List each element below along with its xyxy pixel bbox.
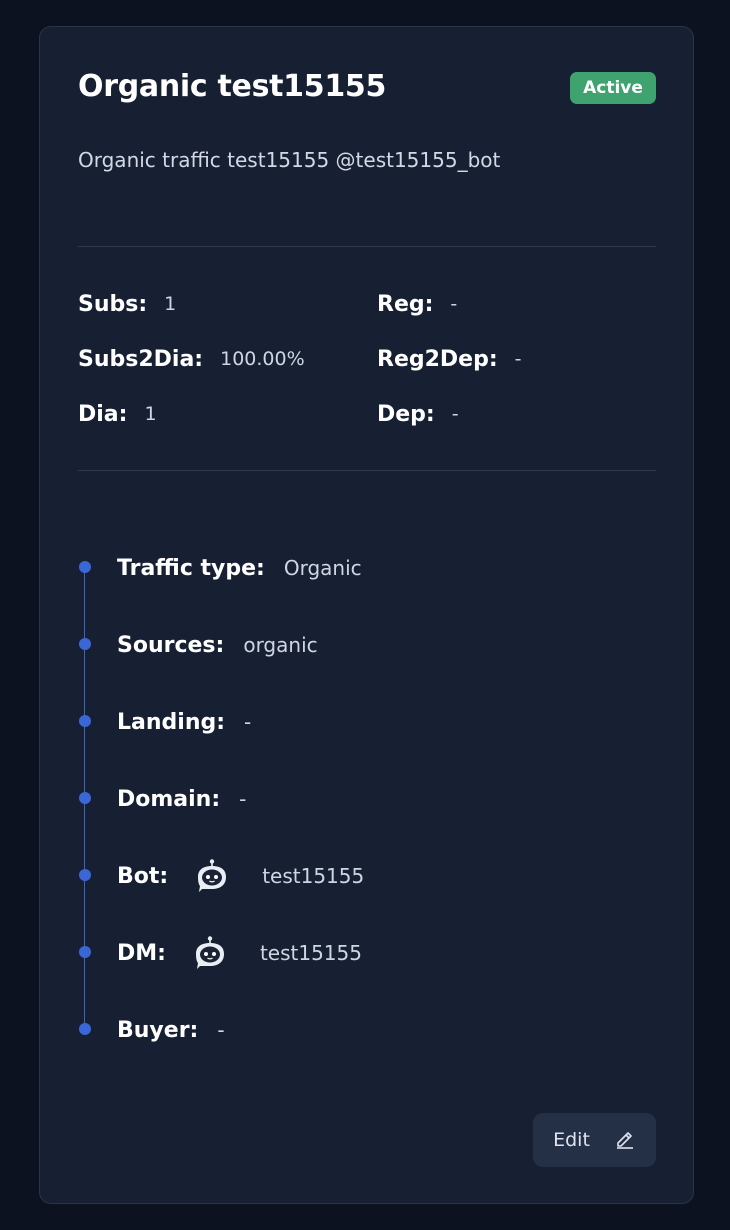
stat-label: Reg: xyxy=(377,291,434,317)
timeline-dot xyxy=(79,946,91,958)
detail-buyer: Buyer: - xyxy=(117,1012,225,1048)
detail-label: Buyer: xyxy=(117,1017,199,1043)
detail-dm: DM: test15155 xyxy=(117,935,362,971)
detail-label: Traffic type: xyxy=(117,555,265,581)
detail-bot: Bot: test15155 xyxy=(117,858,364,894)
detail-label: Bot: xyxy=(117,863,169,889)
stat-label: Subs2Dia: xyxy=(78,346,204,372)
detail-label: Domain: xyxy=(117,786,221,812)
pencil-icon xyxy=(614,1127,636,1153)
stat-value: - xyxy=(451,403,459,425)
timeline-dot xyxy=(79,792,91,804)
stat-value: 1 xyxy=(144,403,157,425)
detail-label: Landing: xyxy=(117,709,226,735)
robot-chat-icon xyxy=(192,858,232,894)
detail-value: - xyxy=(244,710,252,734)
stat-subs2dia: Subs2Dia: 100.00% xyxy=(78,344,305,374)
stat-value: - xyxy=(514,348,522,370)
detail-value: - xyxy=(239,787,247,811)
timeline-dot xyxy=(79,561,91,573)
detail-value: test15155 xyxy=(262,864,365,888)
status-badge: Active xyxy=(570,72,656,104)
detail-value: test15155 xyxy=(259,941,362,965)
edit-button-label: Edit xyxy=(553,1129,590,1151)
detail-landing: Landing: - xyxy=(117,704,251,740)
stat-dia: Dia: 1 xyxy=(78,399,157,429)
timeline-dot xyxy=(79,1023,91,1035)
edit-button[interactable]: Edit xyxy=(533,1113,656,1167)
detail-label: DM: xyxy=(117,940,166,966)
detail-label: Sources: xyxy=(117,632,225,658)
campaign-card: Organic test15155 Active Organic traffic… xyxy=(39,26,694,1204)
stat-subs: Subs: 1 xyxy=(78,289,176,319)
stat-value: - xyxy=(450,293,458,315)
detail-value: - xyxy=(217,1018,225,1042)
detail-value: organic xyxy=(243,633,318,657)
timeline-dot xyxy=(79,715,91,727)
detail-sources: Sources: organic xyxy=(117,627,318,663)
stat-label: Dep: xyxy=(377,401,435,427)
robot-chat-icon xyxy=(190,935,230,971)
divider-top xyxy=(78,246,656,247)
detail-value: Organic xyxy=(283,556,362,580)
stat-reg2dep: Reg2Dep: - xyxy=(377,344,522,374)
detail-domain: Domain: - xyxy=(117,781,246,817)
stat-dep: Dep: - xyxy=(377,399,459,429)
timeline-dot xyxy=(79,869,91,881)
card-title: Organic test15155 xyxy=(78,69,387,104)
divider-bottom xyxy=(78,470,656,471)
card-description: Organic traffic test15155 @test15155_bot xyxy=(78,148,501,172)
stat-value: 100.00% xyxy=(220,348,305,370)
detail-traffic-type: Traffic type: Organic xyxy=(117,550,362,586)
stat-label: Dia: xyxy=(78,401,128,427)
stat-reg: Reg: - xyxy=(377,289,457,319)
timeline-dot xyxy=(79,638,91,650)
stat-label: Subs: xyxy=(78,291,148,317)
stat-value: 1 xyxy=(164,293,177,315)
stat-label: Reg2Dep: xyxy=(377,346,498,372)
